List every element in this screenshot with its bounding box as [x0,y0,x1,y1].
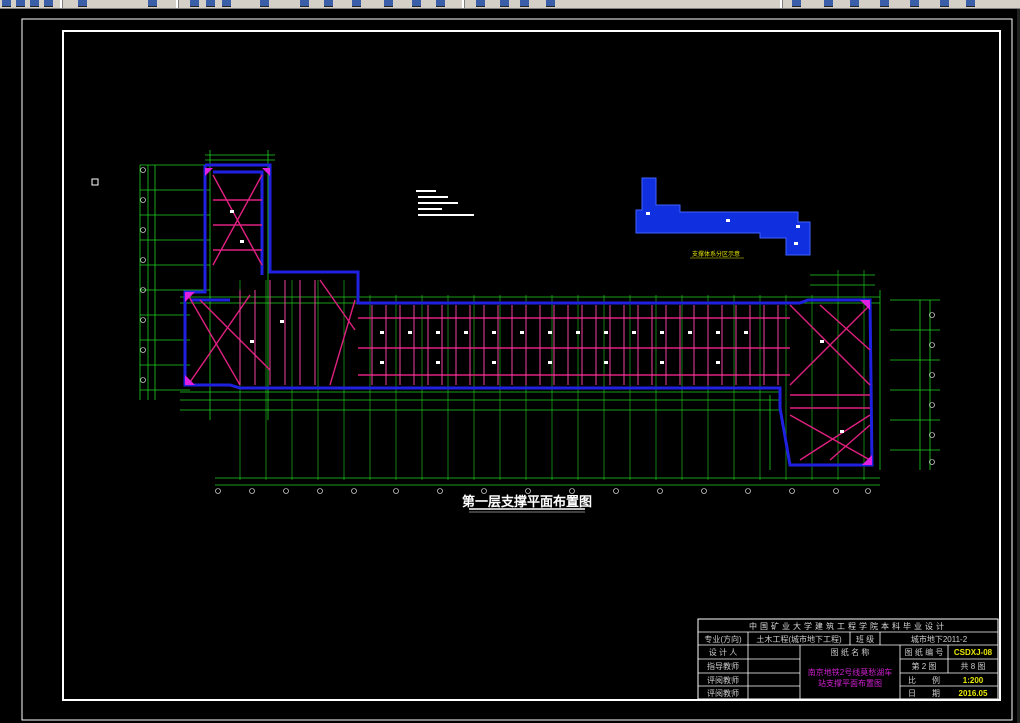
plan-drawing [139,150,940,494]
class-label: 班 级 [856,634,874,644]
reviewer1-label: 评阅教师 [707,675,739,685]
cursor-pickbox [91,178,99,186]
toolbar-separator [780,0,783,8]
new-icon[interactable] [2,0,11,7]
toolbar-separator [176,0,179,8]
sheet-border-outer [21,18,1013,721]
drawing-title: 第一层支撑平面布置图 [462,494,592,510]
designer-label: 设 计 人 [709,647,737,657]
drawing-name-label: 图 纸 名 称 [831,647,870,657]
drawing-no-value: CSDXJ-08 [954,648,993,657]
copy-icon[interactable] [148,0,157,7]
major-label: 专业(方向) [704,634,742,644]
color-control-icon[interactable] [792,0,801,7]
date-label: 日 期 [908,689,940,698]
scale-value: 1:200 [963,676,984,685]
layers-icon[interactable] [352,0,361,7]
paste-icon[interactable] [190,0,199,7]
drawing-canvas[interactable]: 支撑体系分区示意 第一层支撑平面布置图 中国矿业大学建筑工程学院本科毕业设计 专… [0,8,1017,723]
layer-prev-icon[interactable] [520,0,529,7]
drawing-no-label: 图 纸 编 号 [905,647,944,657]
tool-palette-icon[interactable] [412,0,421,7]
help-icon[interactable] [436,0,445,7]
date-value: 2016.05 [959,689,988,698]
transverse-struts [239,280,779,385]
scale-label: 比 例 [908,675,940,685]
advisor-label: 指导教师 [707,661,739,671]
notes-block [416,190,474,216]
key-plan-label: 支撑体系分区示意 [692,250,740,258]
sheet-total: 共 8 图 [961,662,986,671]
dimstyle-control-icon[interactable] [910,0,919,7]
print-icon[interactable] [44,0,53,7]
sheet-no: 第 2 图 [912,661,937,671]
lattice-columns [230,210,844,433]
cut-icon[interactable] [78,0,87,7]
pan-icon[interactable] [260,0,269,7]
textstyle-control-icon[interactable] [940,0,949,7]
toolbar-separator [462,0,465,8]
plotstyle-control-icon[interactable] [880,0,889,7]
lineweight-control-icon[interactable] [850,0,859,7]
reviewer2-label: 评阅教师 [707,688,739,698]
design-center-icon[interactable] [384,0,393,7]
save-icon[interactable] [30,0,39,7]
toolbar-separator [60,0,63,8]
sheet-border-inner [62,30,1001,701]
properties-icon[interactable] [324,0,333,7]
drawing-name-value-1: 南京地铁2号线莫愁湖车 [808,667,892,677]
layer-state-icon[interactable] [500,0,509,7]
key-plan: 支撑体系分区示意 [635,177,811,259]
open-icon[interactable] [16,0,25,7]
undo-icon[interactable] [206,0,215,7]
tablestyle-control-icon[interactable] [966,0,975,7]
linetype-control-icon[interactable] [824,0,833,7]
drawing-name-value-2: 站支撑平面布置图 [818,678,882,688]
layer-iso-icon[interactable] [546,0,555,7]
layer-props-icon[interactable] [476,0,485,7]
redo-icon[interactable] [222,0,231,7]
diaphragm-wall [183,163,874,467]
title-block-header: 中国矿业大学建筑工程学院本科毕业设计 [749,621,947,631]
zoom-icon[interactable] [300,0,309,7]
title-block: 中国矿业大学建筑工程学院本科毕业设计 专业(方向) 土木工程(城市地下工程) 班… [697,618,999,700]
major-value: 土木工程(城市地下工程) [756,634,842,644]
class-value: 城市地下2011-2 [911,634,968,644]
